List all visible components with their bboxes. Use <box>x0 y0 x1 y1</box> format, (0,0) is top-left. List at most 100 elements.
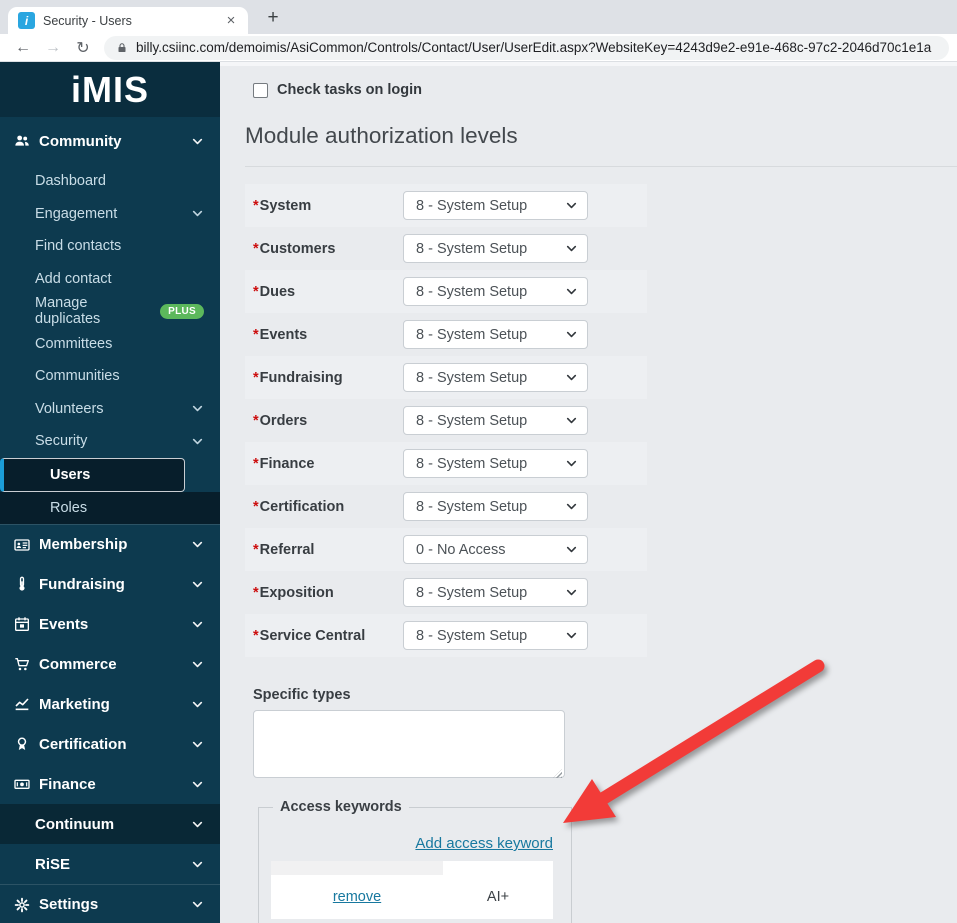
module-row: *Dues 8 - System Setup <box>245 270 647 313</box>
chevron-down-icon <box>565 500 578 513</box>
module-label: *Orders <box>253 412 308 429</box>
module-select-fundraising[interactable]: 8 - System Setup <box>403 363 588 392</box>
sidebar-item-communities[interactable]: Communities <box>0 360 220 393</box>
required-marker: * <box>253 455 259 472</box>
required-marker: * <box>253 584 259 601</box>
imis-logo: iMIS <box>0 62 220 117</box>
sidebar-item-find-contacts[interactable]: Find contacts <box>0 230 220 263</box>
module-select-finance[interactable]: 8 - System Setup <box>403 449 588 478</box>
sidebar-item-community[interactable]: Community <box>0 117 220 165</box>
gear-icon <box>14 897 30 913</box>
sidebar-item-fundraising[interactable]: Fundraising <box>0 564 220 604</box>
module-label: *Exposition <box>253 584 334 601</box>
required-marker: * <box>253 240 259 257</box>
module-select-referral[interactable]: 0 - No Access <box>403 535 588 564</box>
chevron-down-icon <box>565 285 578 298</box>
module-row: *Exposition 8 - System Setup <box>245 571 647 614</box>
top-strip <box>220 62 957 66</box>
sidebar-item-roles[interactable]: Roles <box>0 491 220 524</box>
sidebar: iMIS Community Dashboard Engagement Find… <box>0 62 220 923</box>
idcard-icon <box>14 537 30 553</box>
access-keywords-table: remove AI+ <box>271 861 553 919</box>
access-keywords-legend: Access keywords <box>280 799 402 815</box>
sidebar-item-membership[interactable]: Membership <box>0 524 220 564</box>
module-select-dues[interactable]: 8 - System Setup <box>403 277 588 306</box>
module-select-exposition[interactable]: 8 - System Setup <box>403 578 588 607</box>
page-title: Module authorization levels <box>245 123 518 148</box>
lock-icon <box>116 41 128 55</box>
module-select-events[interactable]: 8 - System Setup <box>403 320 588 349</box>
sidebar-item-settings[interactable]: Settings <box>0 884 220 923</box>
module-row: *Certification 8 - System Setup <box>245 485 647 528</box>
sidebar-item-marketing[interactable]: Marketing <box>0 684 220 724</box>
chevron-down-icon <box>191 402 204 415</box>
chevron-down-icon <box>565 414 578 427</box>
module-select-service-central[interactable]: 8 - System Setup <box>403 621 588 650</box>
module-label: *Certification <box>253 498 345 515</box>
required-marker: * <box>253 283 259 300</box>
sidebar-item-commerce[interactable]: Commerce <box>0 644 220 684</box>
check-tasks-row: Check tasks on login <box>253 82 957 98</box>
module-auth-form: *System 8 - System Setup *Customers 8 - … <box>245 184 647 657</box>
check-tasks-label: Check tasks on login <box>277 82 423 98</box>
module-row: *System 8 - System Setup <box>245 184 647 227</box>
table-row: remove AI+ <box>271 875 553 919</box>
module-select-certification[interactable]: 8 - System Setup <box>403 492 588 521</box>
sidebar-item-add-contact[interactable]: Add contact <box>0 263 220 296</box>
money-icon <box>14 776 30 792</box>
module-select-orders[interactable]: 8 - System Setup <box>403 406 588 435</box>
module-label: *Dues <box>253 283 296 300</box>
cart-icon <box>14 656 30 672</box>
sidebar-item-dashboard[interactable]: Dashboard <box>0 165 220 198</box>
sidebar-item-finance[interactable]: Finance <box>0 764 220 804</box>
sidebar-item-continuum[interactable]: Continuum <box>0 804 220 844</box>
tab-title: Security - Users <box>43 13 132 28</box>
chart-line-icon <box>14 696 30 712</box>
url-bar[interactable]: billy.csiinc.com/demoimis/AsiCommon/Cont… <box>104 35 949 60</box>
remove-link[interactable]: remove <box>333 889 381 905</box>
sidebar-item-engagement[interactable]: Engagement <box>0 198 220 231</box>
browser-tab[interactable]: i Security - Users × <box>8 7 248 34</box>
browser-toolbar: ← → ↻ billy.csiinc.com/demoimis/AsiCommo… <box>0 34 957 62</box>
specific-types-input[interactable] <box>253 710 565 778</box>
chevron-down-icon <box>191 778 204 791</box>
module-label: *Fundraising <box>253 369 343 386</box>
tab-close-icon[interactable]: × <box>222 12 240 30</box>
module-row: *Finance 8 - System Setup <box>245 442 647 485</box>
sidebar-item-certification[interactable]: Certification <box>0 724 220 764</box>
required-marker: * <box>253 627 259 644</box>
chevron-down-icon <box>565 543 578 556</box>
sidebar-item-volunteers[interactable]: Volunteers <box>0 393 220 426</box>
module-label: *Customers <box>253 240 336 257</box>
module-label: *Referral <box>253 541 315 558</box>
award-icon <box>14 736 30 752</box>
chevron-down-icon <box>565 328 578 341</box>
sidebar-item-users[interactable]: Users <box>0 457 185 492</box>
sidebar-item-events[interactable]: Events <box>0 604 220 644</box>
sidebar-item-rise[interactable]: RiSE <box>0 844 220 884</box>
chevron-down-icon <box>565 629 578 642</box>
module-row: *Events 8 - System Setup <box>245 313 647 356</box>
module-select-system[interactable]: 8 - System Setup <box>403 191 588 220</box>
reload-icon[interactable]: ↻ <box>68 38 98 58</box>
check-tasks-checkbox[interactable] <box>253 82 268 98</box>
new-tab-button[interactable]: + <box>260 6 286 32</box>
plus-badge: PLUS <box>160 303 204 319</box>
chevron-down-icon <box>191 738 204 751</box>
sidebar-item-manage-duplicates[interactable]: Manage duplicates PLUS <box>0 295 220 328</box>
module-select-customers[interactable]: 8 - System Setup <box>403 234 588 263</box>
sidebar-item-security[interactable]: Security <box>0 425 220 458</box>
forward-icon[interactable]: → <box>38 39 68 57</box>
chevron-down-icon <box>191 898 204 911</box>
back-icon[interactable]: ← <box>8 39 38 57</box>
module-label: *Events <box>253 326 308 343</box>
required-marker: * <box>253 412 259 429</box>
add-access-keyword-link[interactable]: Add access keyword <box>259 835 553 852</box>
required-marker: * <box>253 541 259 558</box>
section-divider <box>245 166 957 167</box>
module-row: *Service Central 8 - System Setup <box>245 614 647 657</box>
chevron-down-icon <box>565 199 578 212</box>
chevron-down-icon <box>191 698 204 711</box>
chevron-down-icon <box>191 207 204 220</box>
sidebar-item-committees[interactable]: Committees <box>0 328 220 361</box>
